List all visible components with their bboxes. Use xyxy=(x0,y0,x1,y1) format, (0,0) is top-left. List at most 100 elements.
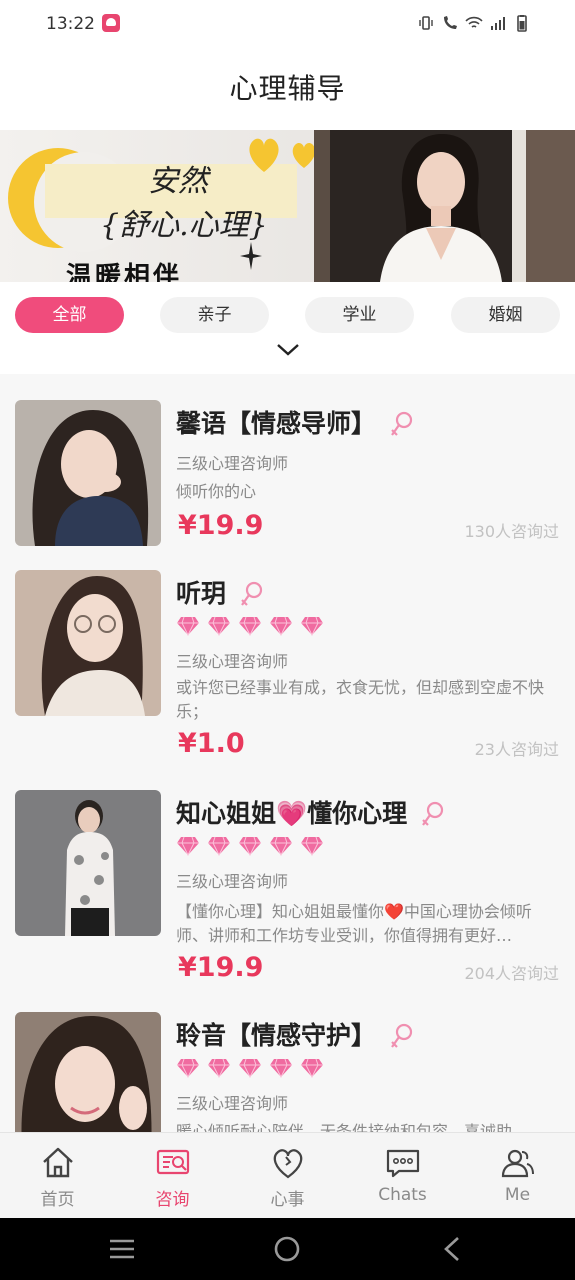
rating-gems xyxy=(176,616,324,636)
counselor-name: 知心姐姐💗懂你心理 xyxy=(176,794,446,830)
counselor-name-text: 知心姐姐💗懂你心理 xyxy=(176,799,408,828)
consult-count: 204人咨询过 xyxy=(464,964,559,983)
nav-consult[interactable]: 咨询 xyxy=(115,1133,230,1219)
tab-all[interactable]: 全部 xyxy=(15,297,124,333)
nav-consult-label: 咨询 xyxy=(155,1190,190,1210)
gem-icon xyxy=(301,1058,323,1078)
banner-line2: {舒心.心理} xyxy=(100,208,268,243)
female-icon xyxy=(390,411,412,436)
counselor-desc: 或许您已经事业有成，衣食无忧，但却感到空虚不快乐； xyxy=(176,678,545,721)
nav-home[interactable]: 首页 xyxy=(0,1133,115,1219)
female-icon xyxy=(421,801,443,826)
bottom-nav: 首页 咨询 心事 Chats Me xyxy=(0,1132,575,1218)
counselor-list: 馨语【情感导师】 三级心理咨询师 倾听你的心 ¥19.9 130人咨询过 听玥 xyxy=(0,374,575,1132)
user-icon xyxy=(501,1149,534,1178)
gem-icon xyxy=(270,616,292,636)
counselor-card[interactable]: 知心姐姐💗懂你心理 三级心理咨询师 【懂你心理】知心姐姐最懂你❤️中国心理协会倾… xyxy=(0,790,575,1012)
gem-icon xyxy=(208,1058,230,1078)
status-icons xyxy=(417,14,531,32)
signal-icon xyxy=(491,17,505,30)
nav-chats[interactable]: Chats xyxy=(345,1133,460,1219)
tab-marriage[interactable]: 婚姻 xyxy=(451,297,560,333)
counselor-card[interactable]: 馨语【情感导师】 三级心理咨询师 倾听你的心 ¥19.9 130人咨询过 xyxy=(0,374,575,570)
back-icon[interactable] xyxy=(440,1236,464,1262)
female-icon xyxy=(390,1023,412,1048)
gem-icon xyxy=(177,836,199,856)
consult-count: 23人咨询过 xyxy=(474,740,559,759)
consult-count: 130人咨询过 xyxy=(464,522,559,541)
counselor-card[interactable]: 听玥 三级心理咨询师 或许您已经事业有成，衣食无忧，但却感到空虚不快乐； ¥1.… xyxy=(0,570,575,790)
app-icon xyxy=(102,14,120,32)
home-icon xyxy=(43,1147,73,1178)
counselor-level: 三级心理咨询师 xyxy=(176,652,289,671)
category-tabs: 全部 亲子 学业 婚姻 xyxy=(0,282,575,374)
counselor-desc: 倾听你的心 xyxy=(176,482,257,501)
page-title: 心理辅导 xyxy=(229,72,346,105)
gem-icon xyxy=(270,1058,292,1078)
nav-home-label: 首页 xyxy=(40,1190,75,1210)
rating-gems xyxy=(176,1058,324,1078)
female-icon xyxy=(240,581,262,606)
counselor-name-text: 听玥 xyxy=(176,579,227,608)
banner-line3: 温暖相伴 xyxy=(66,262,183,282)
avatar-graphic xyxy=(15,1012,161,1132)
nav-chats-label: Chats xyxy=(378,1185,427,1205)
gem-icon xyxy=(239,616,261,636)
counselor-avatar xyxy=(15,570,161,716)
gem-icon xyxy=(177,1058,199,1078)
system-nav-bar xyxy=(0,1218,575,1280)
counselor-level: 三级心理咨询师 xyxy=(176,454,289,473)
vibrate-icon xyxy=(419,16,433,30)
chevron-down-icon[interactable] xyxy=(276,342,300,358)
nav-mind-label: 心事 xyxy=(270,1190,305,1210)
consult-icon xyxy=(156,1149,190,1175)
avatar-graphic xyxy=(15,570,161,716)
counselor-price: ¥19.9 xyxy=(178,952,264,983)
wifi-icon xyxy=(465,16,483,28)
status-time: 13:22 xyxy=(46,14,95,34)
status-bar: 13:22 xyxy=(0,0,575,48)
sparkle-icon xyxy=(240,242,262,270)
tab-parenting[interactable]: 亲子 xyxy=(160,297,269,333)
home-circle-icon[interactable] xyxy=(273,1235,301,1263)
page-header: 心理辅导 xyxy=(0,48,575,130)
counselor-name-text: 聆音【情感守护】 xyxy=(176,1021,377,1050)
promo-banner[interactable]: 安然 {舒心.心理} 温暖相伴 xyxy=(0,130,575,282)
counselor-level: 三级心理咨询师 xyxy=(176,1094,289,1113)
gem-icon xyxy=(301,836,323,856)
banner-line1: 安然 xyxy=(148,164,208,199)
counselor-price: ¥1.0 xyxy=(178,728,245,759)
battery-icon xyxy=(517,15,527,32)
counselor-avatar xyxy=(15,1012,161,1132)
recent-apps-icon[interactable] xyxy=(108,1238,136,1260)
chat-icon xyxy=(386,1149,420,1178)
counselor-desc: 【懂你心理】知心姐姐最懂你❤️中国心理协会倾听师、讲师和工作坊专业受训，你值得拥… xyxy=(176,902,532,945)
counselor-name: 聆音【情感守护】 xyxy=(176,1016,415,1052)
avatar-graphic xyxy=(15,790,161,936)
counselor-avatar xyxy=(15,400,161,546)
wifi-call-icon xyxy=(444,16,457,29)
gem-icon xyxy=(270,836,292,856)
counselor-level: 三级心理咨询师 xyxy=(176,872,289,891)
counselor-name: 馨语【情感导师】 xyxy=(176,404,415,440)
photo-frame-edge-right xyxy=(512,130,526,282)
gem-icon xyxy=(208,616,230,636)
nav-mind[interactable]: 心事 xyxy=(230,1133,345,1219)
counselor-name: 听玥 xyxy=(176,574,265,610)
counselor-name-text: 馨语【情感导师】 xyxy=(176,409,377,438)
counselor-price: ¥19.9 xyxy=(178,510,264,541)
tab-study[interactable]: 学业 xyxy=(305,297,414,333)
wall-background xyxy=(526,130,575,282)
counselor-avatar xyxy=(15,790,161,936)
gem-icon xyxy=(177,616,199,636)
nav-me-label: Me xyxy=(504,1185,531,1205)
gem-icon xyxy=(301,616,323,636)
counselor-desc: 暖心倾听耐心陪伴，无条件接纳和包容，喜诚助 xyxy=(176,1122,513,1132)
nav-me[interactable]: Me xyxy=(460,1133,575,1219)
gem-icon xyxy=(239,836,261,856)
avatar-graphic xyxy=(15,400,161,546)
heart-icon xyxy=(273,1149,303,1179)
counselor-card[interactable]: 聆音【情感守护】 三级心理咨询师 暖心倾听耐心陪伴，无条件接纳和包容，喜诚助 xyxy=(0,1012,575,1132)
rating-gems xyxy=(176,836,324,856)
gem-icon xyxy=(239,1058,261,1078)
